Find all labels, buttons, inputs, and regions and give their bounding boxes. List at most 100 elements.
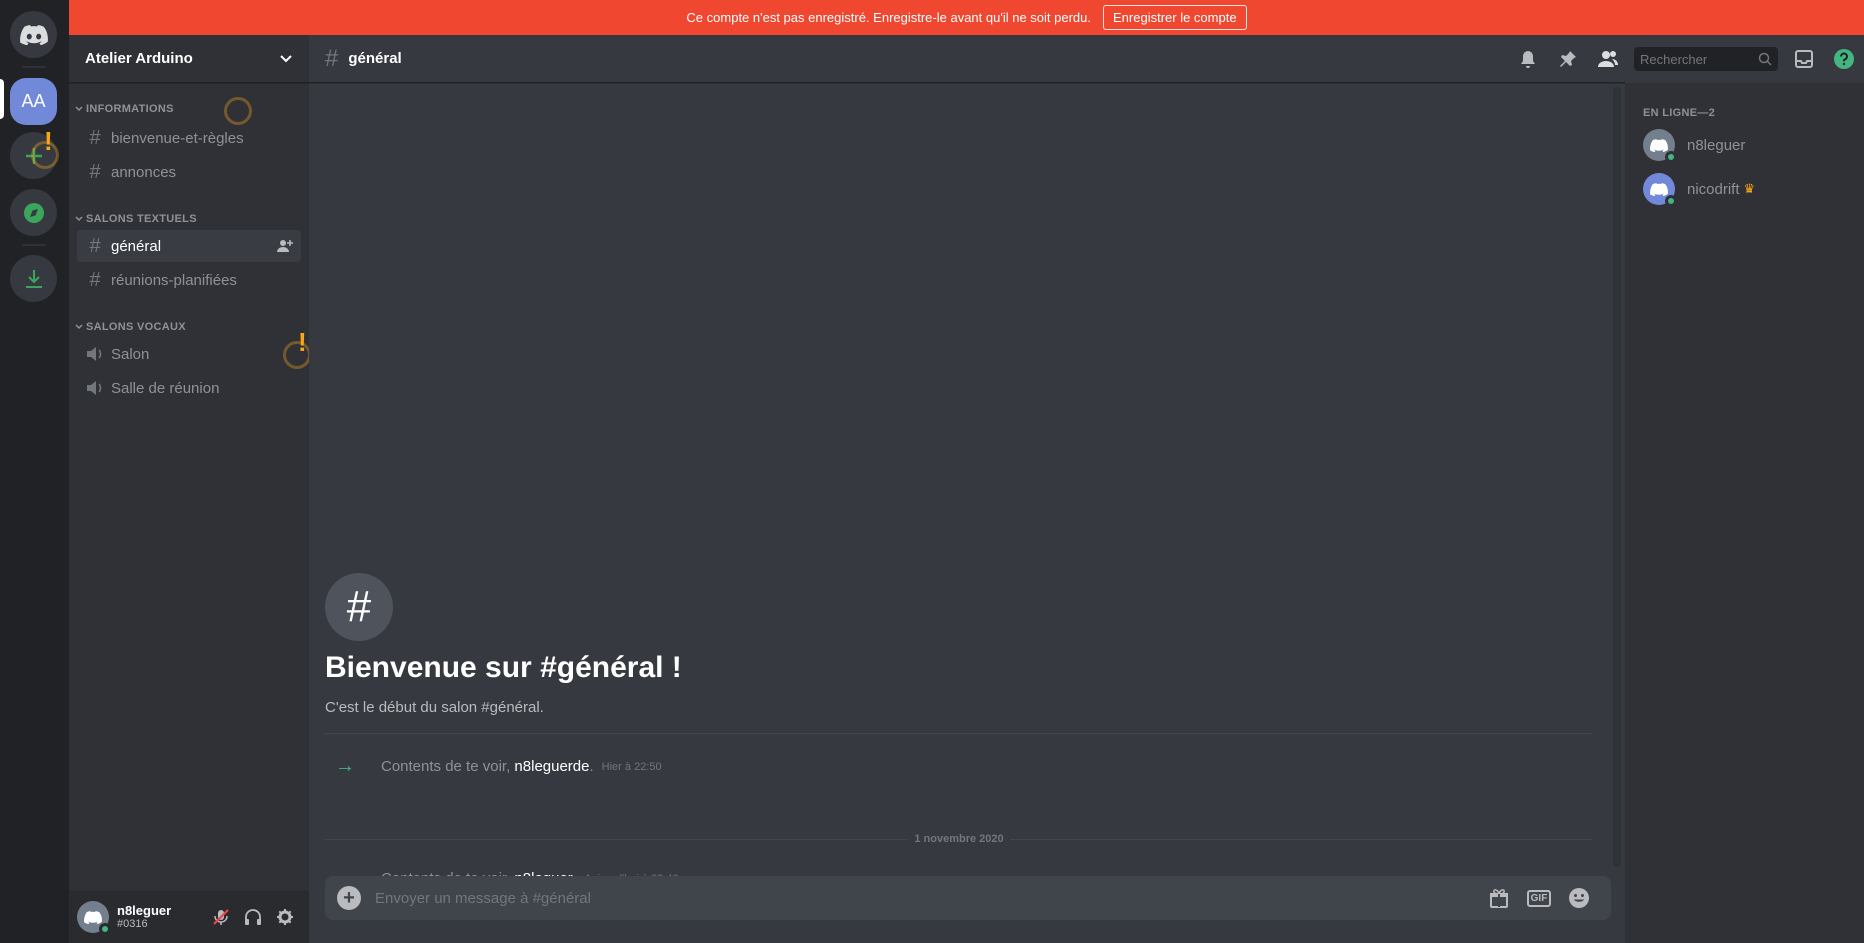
claim-account-button[interactable]: Enregistrer le compte — [1103, 5, 1247, 30]
message-text: Contents de te voir, n8leguerde. — [381, 758, 594, 775]
rail-separator — [22, 66, 46, 68]
scrollbar[interactable] — [1613, 87, 1621, 867]
notifications-button[interactable] — [1508, 47, 1548, 71]
owner-crown-icon: ♛ — [1743, 181, 1756, 196]
hash-icon: # — [89, 234, 101, 257]
member-name: nicodrift — [1687, 180, 1740, 198]
member-list-button[interactable] — [1588, 47, 1628, 71]
gift-icon — [1490, 889, 1508, 908]
message-prefix: Contents de te voir, — [381, 758, 511, 775]
divider — [325, 733, 1593, 734]
microphone-muted-icon — [213, 909, 229, 925]
chevron-down-icon — [280, 54, 292, 62]
voice-channel-salon[interactable]: Salon — [77, 338, 301, 370]
app: AA ! Ce compte n'est pas enregistré. Enr… — [0, 0, 1864, 943]
server-name: Atelier Arduino — [85, 50, 193, 67]
channel-label: annonces — [111, 163, 177, 181]
upload-plus-icon[interactable]: + — [337, 886, 361, 910]
notice-text: Ce compte n'est pas enregistré. Enregist… — [686, 10, 1091, 25]
member-list: EN LIGNE—2 n8leguer nicodrift ♛ — [1625, 83, 1864, 943]
category-label: SALONS VOCAUX — [86, 321, 186, 333]
category-salons-vocaux[interactable]: SALONS VOCAUX — [75, 321, 186, 333]
hint-ring-icon — [31, 141, 59, 169]
guild-initials: AA — [21, 91, 46, 111]
online-status-icon — [1665, 195, 1677, 207]
discord-logo-icon — [1650, 182, 1668, 196]
gif-button[interactable]: GIF — [1519, 889, 1559, 907]
voice-channel-salle-de-reunion[interactable]: Salle de réunion — [77, 372, 301, 404]
deafen-button[interactable] — [237, 901, 269, 933]
avatar[interactable] — [77, 901, 111, 935]
user-settings-button[interactable] — [269, 901, 301, 933]
search-input[interactable] — [1640, 51, 1758, 67]
user-panel: n8leguer #0316 — [69, 891, 309, 943]
search-box[interactable] — [1634, 47, 1778, 71]
gear-icon — [277, 909, 293, 925]
chevron-down-icon — [75, 106, 83, 112]
server-header[interactable]: Atelier Arduino — [69, 35, 309, 83]
channel-sidebar: Atelier Arduino INFORMATIONS # bienvenue… — [69, 35, 311, 943]
discord-logo-icon — [19, 24, 48, 45]
welcome-title: Bienvenue sur #général ! — [325, 651, 682, 684]
emoji-button[interactable] — [1559, 887, 1599, 909]
avatar — [1643, 173, 1677, 207]
member-item[interactable]: n8leguer — [1643, 127, 1745, 163]
hash-icon: # — [325, 44, 339, 72]
active-guild-pill — [0, 79, 4, 119]
guild-atelier-arduino[interactable]: AA — [10, 78, 57, 125]
speaker-icon — [87, 381, 102, 395]
channel-hash-icon: # — [325, 573, 393, 641]
gift-button[interactable] — [1479, 887, 1519, 909]
explore-servers-button[interactable] — [10, 189, 57, 236]
message-timestamp: Hier à 22:50 — [601, 760, 662, 773]
channel-header: # général — [309, 35, 1625, 83]
category-salons-textuels[interactable]: SALONS TEXTUELS — [75, 213, 197, 225]
hint-ring-icon — [283, 341, 311, 369]
channel-label: bienvenue-et-règles — [111, 129, 244, 147]
avatar — [1643, 129, 1677, 163]
channel-label: général — [111, 237, 162, 255]
member-item[interactable]: nicodrift ♛ — [1643, 171, 1755, 207]
user-info[interactable]: n8leguer #0316 — [117, 903, 205, 931]
channel-general[interactable]: # général — [77, 230, 301, 262]
home-button[interactable] — [10, 11, 57, 58]
help-button[interactable] — [1824, 47, 1864, 71]
channel-title: général — [348, 50, 402, 67]
date-separator: 1 novembre 2020 — [325, 832, 1593, 846]
channel-annonces[interactable]: # annonces — [77, 156, 301, 188]
inbox-icon — [1795, 50, 1813, 68]
message-username[interactable]: n8leguerde — [514, 758, 589, 775]
discord-logo-icon — [84, 910, 102, 924]
separator-line — [1009, 838, 1593, 840]
message-input[interactable] — [375, 889, 1479, 907]
channel-reunions-planifiees[interactable]: # réunions-planifiées — [77, 264, 301, 296]
category-informations[interactable]: INFORMATIONS — [75, 103, 174, 115]
user-discriminator: #0316 — [117, 918, 148, 930]
download-apps-button[interactable] — [10, 255, 57, 302]
guild-rail: AA ! — [0, 0, 69, 943]
inbox-button[interactable] — [1784, 47, 1824, 71]
welcome-subtitle: C'est le début du salon #général. — [325, 699, 544, 716]
header-toolbar — [1508, 35, 1864, 83]
hash-icon: # — [89, 126, 101, 149]
pinned-messages-button[interactable] — [1548, 47, 1588, 71]
create-invite-icon[interactable] — [277, 238, 293, 254]
smiley-icon — [1569, 888, 1589, 908]
headphones-icon — [245, 909, 261, 925]
speaker-icon — [87, 347, 102, 361]
download-icon — [25, 269, 42, 288]
join-arrow-icon: → — [335, 755, 355, 777]
bell-icon — [1521, 51, 1535, 68]
search-icon — [1758, 52, 1772, 66]
channel-label: Salon — [111, 345, 150, 363]
mute-button[interactable] — [205, 901, 237, 933]
chevron-down-icon — [75, 216, 83, 222]
separator-line — [325, 838, 909, 840]
date-separator-label: 1 novembre 2020 — [914, 833, 1004, 845]
hash-icon: # — [89, 160, 101, 183]
online-status-icon — [1665, 151, 1677, 163]
gif-icon: GIF — [1526, 889, 1552, 907]
discord-logo-icon — [1650, 138, 1668, 152]
channel-bienvenue-et-regles[interactable]: # bienvenue-et-règles — [77, 122, 301, 154]
chat-area: # général # Bienvenue sur #général ! C'e… — [309, 35, 1625, 943]
